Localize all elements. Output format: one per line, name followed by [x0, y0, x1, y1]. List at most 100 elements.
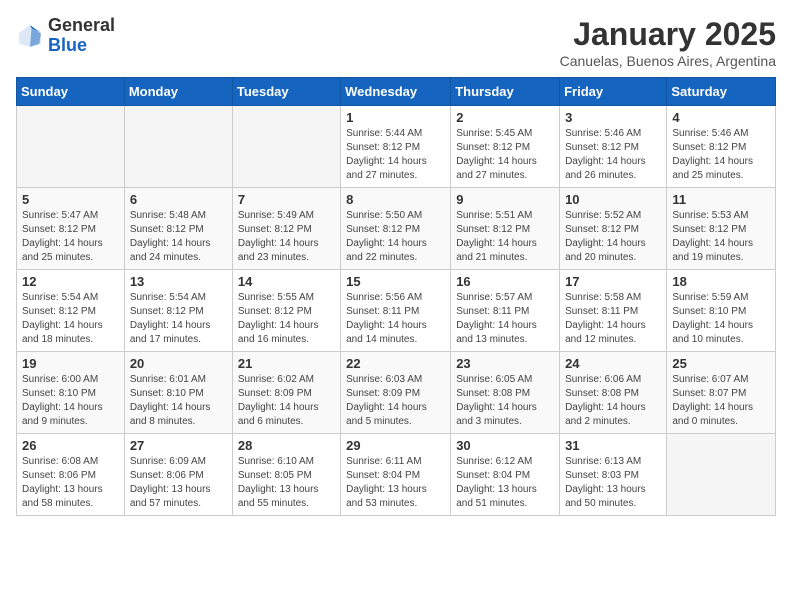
day-info: Sunrise: 5:54 AM Sunset: 8:12 PM Dayligh…: [130, 291, 227, 347]
day-info: Sunrise: 6:07 AM Sunset: 8:07 PM Dayligh…: [672, 373, 770, 429]
day-info: Sunrise: 5:56 AM Sunset: 8:11 PM Dayligh…: [346, 291, 445, 347]
day-number: 14: [238, 274, 335, 289]
day-number: 17: [565, 274, 661, 289]
header-thursday: Thursday: [451, 78, 560, 106]
day-number: 2: [456, 110, 554, 125]
day-info: Sunrise: 5:44 AM Sunset: 8:12 PM Dayligh…: [346, 127, 445, 183]
day-cell: 13 Sunrise: 5:54 AM Sunset: 8:12 PM Dayli…: [124, 270, 232, 352]
day-cell: 15Sunrise: 5:56 AM Sunset: 8:11 PM Dayli…: [341, 270, 451, 352]
header-sunday: Sunday: [17, 78, 125, 106]
day-number: 25: [672, 356, 770, 371]
day-info: Sunrise: 5:58 AM Sunset: 8:11 PM Dayligh…: [565, 291, 661, 347]
day-number: 9: [456, 192, 554, 207]
day-cell: 29 Sunrise: 6:11 AM Sunset: 8:04 PM Dayli…: [341, 434, 451, 516]
day-number: 28: [238, 438, 335, 453]
day-cell: 17 Sunrise: 5:58 AM Sunset: 8:11 PM Dayli…: [560, 270, 667, 352]
week-row-3: 12 Sunrise: 5:54 AM Sunset: 8:12 PM Dayli…: [17, 270, 776, 352]
day-info: Sunrise: 5:49 AM Sunset: 8:12 PM Dayligh…: [238, 209, 335, 265]
calendar-table: SundayMondayTuesdayWednesdayThursdayFrid…: [16, 77, 776, 516]
day-cell: 22 Sunrise: 6:03 AM Sunset: 8:09 PM Dayli…: [341, 352, 451, 434]
logo-blue: Blue: [48, 36, 115, 56]
day-number: 26: [22, 438, 119, 453]
day-number: 4: [672, 110, 770, 125]
header-wednesday: Wednesday: [341, 78, 451, 106]
day-number: 8: [346, 192, 445, 207]
day-cell: 9 Sunrise: 5:51 AM Sunset: 8:12 PM Daylig…: [451, 188, 560, 270]
location-subtitle: Canuelas, Buenos Aires, Argentina: [560, 53, 776, 69]
calendar-header-row: SundayMondayTuesdayWednesdayThursdayFrid…: [17, 78, 776, 106]
day-info: Sunrise: 6:13 AM Sunset: 8:03 PM Dayligh…: [565, 455, 661, 511]
logo-text: General Blue: [48, 16, 115, 56]
day-number: 19: [22, 356, 119, 371]
day-cell: 1Sunrise: 5:44 AM Sunset: 8:12 PM Daylig…: [341, 106, 451, 188]
day-number: 6: [130, 192, 227, 207]
logo-icon: [16, 22, 44, 50]
title-block: January 2025 Canuelas, Buenos Aires, Arg…: [560, 16, 776, 69]
day-number: 11: [672, 192, 770, 207]
day-info: Sunrise: 6:01 AM Sunset: 8:10 PM Dayligh…: [130, 373, 227, 429]
week-row-5: 26 Sunrise: 6:08 AM Sunset: 8:06 PM Dayli…: [17, 434, 776, 516]
day-cell: 27 Sunrise: 6:09 AM Sunset: 8:06 PM Dayli…: [124, 434, 232, 516]
header-friday: Friday: [560, 78, 667, 106]
day-cell: 10Sunrise: 5:52 AM Sunset: 8:12 PM Dayli…: [560, 188, 667, 270]
day-number: 31: [565, 438, 661, 453]
day-cell: [17, 106, 125, 188]
day-number: 7: [238, 192, 335, 207]
header-tuesday: Tuesday: [232, 78, 340, 106]
day-number: 13: [130, 274, 227, 289]
week-row-4: 19Sunrise: 6:00 AM Sunset: 8:10 PM Dayli…: [17, 352, 776, 434]
day-cell: 19Sunrise: 6:00 AM Sunset: 8:10 PM Dayli…: [17, 352, 125, 434]
day-cell: 21Sunrise: 6:02 AM Sunset: 8:09 PM Dayli…: [232, 352, 340, 434]
logo: General Blue: [16, 16, 115, 56]
day-number: 24: [565, 356, 661, 371]
day-info: Sunrise: 5:45 AM Sunset: 8:12 PM Dayligh…: [456, 127, 554, 183]
day-info: Sunrise: 6:11 AM Sunset: 8:04 PM Dayligh…: [346, 455, 445, 511]
day-info: Sunrise: 5:51 AM Sunset: 8:12 PM Dayligh…: [456, 209, 554, 265]
day-info: Sunrise: 6:10 AM Sunset: 8:05 PM Dayligh…: [238, 455, 335, 511]
day-cell: 23 Sunrise: 6:05 AM Sunset: 8:08 PM Dayli…: [451, 352, 560, 434]
day-info: Sunrise: 5:53 AM Sunset: 8:12 PM Dayligh…: [672, 209, 770, 265]
day-cell: 26 Sunrise: 6:08 AM Sunset: 8:06 PM Dayli…: [17, 434, 125, 516]
day-info: Sunrise: 5:59 AM Sunset: 8:10 PM Dayligh…: [672, 291, 770, 347]
day-number: 5: [22, 192, 119, 207]
day-info: Sunrise: 6:06 AM Sunset: 8:08 PM Dayligh…: [565, 373, 661, 429]
day-cell: 7 Sunrise: 5:49 AM Sunset: 8:12 PM Daylig…: [232, 188, 340, 270]
day-info: Sunrise: 6:03 AM Sunset: 8:09 PM Dayligh…: [346, 373, 445, 429]
day-number: 3: [565, 110, 661, 125]
page-header: General Blue January 2025 Canuelas, Buen…: [16, 16, 776, 69]
day-number: 23: [456, 356, 554, 371]
day-info: Sunrise: 5:54 AM Sunset: 8:12 PM Dayligh…: [22, 291, 119, 347]
header-monday: Monday: [124, 78, 232, 106]
day-number: 22: [346, 356, 445, 371]
day-cell: 14 Sunrise: 5:55 AM Sunset: 8:12 PM Dayli…: [232, 270, 340, 352]
day-info: Sunrise: 5:46 AM Sunset: 8:12 PM Dayligh…: [672, 127, 770, 183]
month-title: January 2025: [560, 16, 776, 53]
day-cell: 8 Sunrise: 5:50 AM Sunset: 8:12 PM Daylig…: [341, 188, 451, 270]
day-cell: 30Sunrise: 6:12 AM Sunset: 8:04 PM Dayli…: [451, 434, 560, 516]
day-number: 20: [130, 356, 227, 371]
day-cell: 11 Sunrise: 5:53 AM Sunset: 8:12 PM Dayli…: [667, 188, 776, 270]
day-info: Sunrise: 5:57 AM Sunset: 8:11 PM Dayligh…: [456, 291, 554, 347]
day-number: 27: [130, 438, 227, 453]
day-cell: 16Sunrise: 5:57 AM Sunset: 8:11 PM Dayli…: [451, 270, 560, 352]
day-number: 12: [22, 274, 119, 289]
day-cell: 3 Sunrise: 5:46 AM Sunset: 8:12 PM Daylig…: [560, 106, 667, 188]
day-info: Sunrise: 5:50 AM Sunset: 8:12 PM Dayligh…: [346, 209, 445, 265]
day-number: 10: [565, 192, 661, 207]
day-cell: 28 Sunrise: 6:10 AM Sunset: 8:05 PM Dayli…: [232, 434, 340, 516]
day-info: Sunrise: 5:48 AM Sunset: 8:12 PM Dayligh…: [130, 209, 227, 265]
day-cell: 31 Sunrise: 6:13 AM Sunset: 8:03 PM Dayli…: [560, 434, 667, 516]
day-info: Sunrise: 6:08 AM Sunset: 8:06 PM Dayligh…: [22, 455, 119, 511]
day-cell: 5Sunrise: 5:47 AM Sunset: 8:12 PM Daylig…: [17, 188, 125, 270]
day-number: 29: [346, 438, 445, 453]
day-cell: 18Sunrise: 5:59 AM Sunset: 8:10 PM Dayli…: [667, 270, 776, 352]
day-cell: [124, 106, 232, 188]
day-info: Sunrise: 5:46 AM Sunset: 8:12 PM Dayligh…: [565, 127, 661, 183]
day-info: Sunrise: 5:55 AM Sunset: 8:12 PM Dayligh…: [238, 291, 335, 347]
header-saturday: Saturday: [667, 78, 776, 106]
day-cell: [667, 434, 776, 516]
day-cell: 20 Sunrise: 6:01 AM Sunset: 8:10 PM Dayli…: [124, 352, 232, 434]
day-info: Sunrise: 6:09 AM Sunset: 8:06 PM Dayligh…: [130, 455, 227, 511]
day-info: Sunrise: 6:05 AM Sunset: 8:08 PM Dayligh…: [456, 373, 554, 429]
day-cell: 12 Sunrise: 5:54 AM Sunset: 8:12 PM Dayli…: [17, 270, 125, 352]
